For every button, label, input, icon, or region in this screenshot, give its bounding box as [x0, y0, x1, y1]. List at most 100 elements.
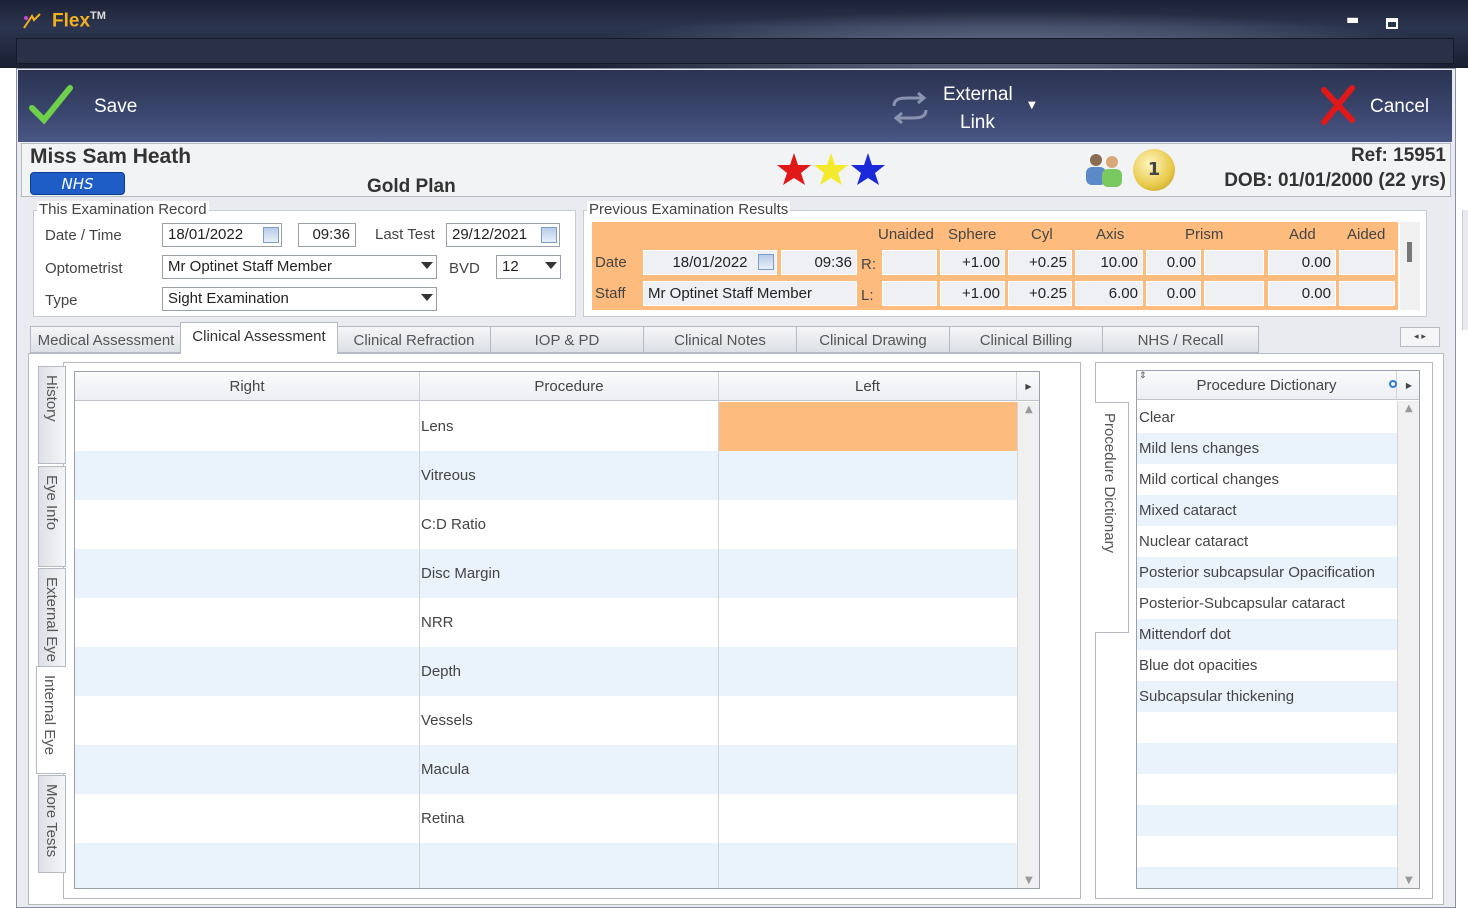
- table-row[interactable]: Macula: [75, 745, 1017, 794]
- tab-clinical-assessment[interactable]: Clinical Assessment: [180, 322, 338, 354]
- minimize-icon[interactable]: ▬: [1346, 12, 1359, 28]
- vtab-external-eye[interactable]: External Eye: [38, 568, 66, 669]
- tab-clinical-drawing[interactable]: Clinical Drawing: [796, 326, 950, 353]
- list-item[interactable]: Mixed cataract: [1137, 495, 1397, 526]
- list-item[interactable]: Mittendorf dot: [1137, 619, 1397, 650]
- list-item[interactable]: Blue dot opacities: [1137, 650, 1397, 681]
- calendar-icon: [758, 254, 774, 270]
- table-row[interactable]: [75, 843, 1017, 888]
- tab-clinical-refraction[interactable]: Clinical Refraction: [337, 326, 491, 353]
- selected-cell[interactable]: [719, 402, 1017, 451]
- scroll-up-icon[interactable]: ▲: [1405, 403, 1413, 414]
- list-item[interactable]: [1137, 774, 1397, 805]
- exam-time-field[interactable]: 09:36: [298, 223, 356, 247]
- optometrist-select[interactable]: Mr Optinet Staff Member: [162, 255, 437, 279]
- exam-date-field[interactable]: 18/01/2022: [162, 223, 282, 247]
- prev-staff-label: Staff: [595, 285, 626, 302]
- vtab-more-tests[interactable]: More Tests: [38, 775, 66, 873]
- table-row[interactable]: Retina: [75, 794, 1017, 843]
- header-unaided: Unaided: [878, 226, 934, 243]
- scroll-up-icon[interactable]: ▲: [1025, 404, 1033, 415]
- col-header-left[interactable]: Left: [719, 372, 1017, 401]
- nhs-badge[interactable]: NHS: [30, 172, 125, 195]
- vtab-internal-eye[interactable]: Internal Eye: [36, 666, 66, 774]
- exam-type-select[interactable]: Sight Examination: [162, 287, 437, 311]
- optometrist-label: Optometrist: [45, 260, 123, 277]
- r-unaided: [882, 250, 937, 275]
- list-item[interactable]: Posterior subcapsular Opacification: [1137, 557, 1397, 588]
- list-item[interactable]: [1137, 867, 1397, 888]
- tab-scroll-buttons[interactable]: ◂ ▸: [1400, 327, 1440, 347]
- table-row[interactable]: Vitreous: [75, 451, 1017, 500]
- link-label: Link: [960, 112, 995, 133]
- toolbar: [18, 70, 1452, 142]
- l-axis: 6.00: [1075, 281, 1143, 306]
- tab-clinical-billing[interactable]: Clinical Billing: [949, 326, 1103, 353]
- exam-record-title: This Examination Record: [37, 201, 209, 218]
- app-title: FlexTM: [52, 10, 106, 32]
- col-header-procedure[interactable]: Procedure: [420, 372, 719, 401]
- left-eye-label: L:: [861, 287, 874, 304]
- sort-icon[interactable]: ⇕: [1139, 371, 1147, 381]
- refresh-icon[interactable]: [1389, 380, 1397, 388]
- vtab-procedure-dictionary[interactable]: Procedure Dictionary: [1095, 402, 1129, 633]
- vtab-eye-info[interactable]: Eye Info: [38, 466, 66, 567]
- list-item[interactable]: Subcapsular thickening: [1137, 681, 1397, 712]
- prev-date-label: Date: [595, 254, 627, 271]
- dictionary-header[interactable]: Procedure Dictionary: [1137, 371, 1397, 400]
- list-item[interactable]: [1137, 805, 1397, 836]
- r-axis: 10.00: [1075, 250, 1143, 275]
- cancel-button[interactable]: Cancel: [1318, 84, 1438, 128]
- patient-dob: DOB: 01/01/2000 (22 yrs): [1224, 170, 1446, 191]
- prev-staff-field: Mr Optinet Staff Member: [643, 281, 857, 306]
- menu-bar: [16, 38, 1454, 64]
- tab-clinical-notes[interactable]: Clinical Notes: [643, 326, 797, 353]
- calendar-icon[interactable]: [263, 227, 279, 243]
- dictionary-scrollbar[interactable]: ▲ ▼: [1397, 401, 1419, 888]
- l-cyl: +0.25: [1008, 281, 1072, 306]
- list-item[interactable]: [1137, 836, 1397, 867]
- list-item[interactable]: Clear: [1137, 402, 1397, 433]
- last-test-label: Last Test: [375, 226, 435, 243]
- scroll-down-icon[interactable]: ▼: [1405, 875, 1413, 886]
- table-row[interactable]: Depth: [75, 647, 1017, 696]
- table-row[interactable]: Vessels: [75, 696, 1017, 745]
- tab-medical-assessment[interactable]: Medical Assessment: [30, 326, 182, 353]
- list-item[interactable]: Mild cortical changes: [1137, 464, 1397, 495]
- column-menu-icon[interactable]: ▶: [1017, 372, 1039, 401]
- table-row[interactable]: Disc Margin: [75, 549, 1017, 598]
- family-group-icon[interactable]: [1080, 150, 1130, 190]
- maximize-icon[interactable]: [1386, 18, 1398, 29]
- previous-scrollbar[interactable]: [1400, 222, 1420, 310]
- vtab-history[interactable]: History: [38, 366, 66, 464]
- last-test-field[interactable]: 29/12/2021: [446, 223, 560, 247]
- list-item[interactable]: Posterior-Subcapsular cataract: [1137, 588, 1397, 619]
- tab-iop-pd[interactable]: IOP & PD: [490, 326, 644, 353]
- table-row[interactable]: Lens: [75, 402, 1017, 451]
- tab-nhs-recall[interactable]: NHS / Recall: [1102, 326, 1259, 353]
- r-sphere: +1.00: [940, 250, 1005, 275]
- calendar-icon[interactable]: [541, 227, 557, 243]
- external-link-button[interactable]: External Link ▼: [888, 80, 1048, 136]
- list-item[interactable]: Mild lens changes: [1137, 433, 1397, 464]
- l-prism: 0.00: [1146, 281, 1201, 306]
- table-row[interactable]: C:D Ratio: [75, 500, 1017, 549]
- prev-time-field: 09:36: [781, 250, 857, 275]
- chevron-down-icon: [545, 262, 557, 269]
- col-header-right[interactable]: Right: [75, 372, 420, 401]
- r-add: 0.00: [1268, 250, 1336, 275]
- external-label: External: [943, 84, 1013, 105]
- table-row[interactable]: NRR: [75, 598, 1017, 647]
- grid-scrollbar[interactable]: ▲ ▼: [1017, 402, 1039, 888]
- list-item[interactable]: Nuclear cataract: [1137, 526, 1397, 557]
- scroll-down-icon[interactable]: ▼: [1025, 875, 1033, 886]
- list-item[interactable]: [1137, 712, 1397, 743]
- cross-icon: [1321, 85, 1355, 125]
- r-prism-base: [1204, 250, 1264, 275]
- chevron-down-icon: [421, 294, 433, 301]
- rating-stars-icon: [777, 153, 885, 185]
- column-menu-icon[interactable]: ▶: [1397, 371, 1419, 400]
- save-button[interactable]: Save: [28, 84, 148, 128]
- bvd-select[interactable]: 12: [496, 255, 561, 279]
- list-item[interactable]: [1137, 743, 1397, 774]
